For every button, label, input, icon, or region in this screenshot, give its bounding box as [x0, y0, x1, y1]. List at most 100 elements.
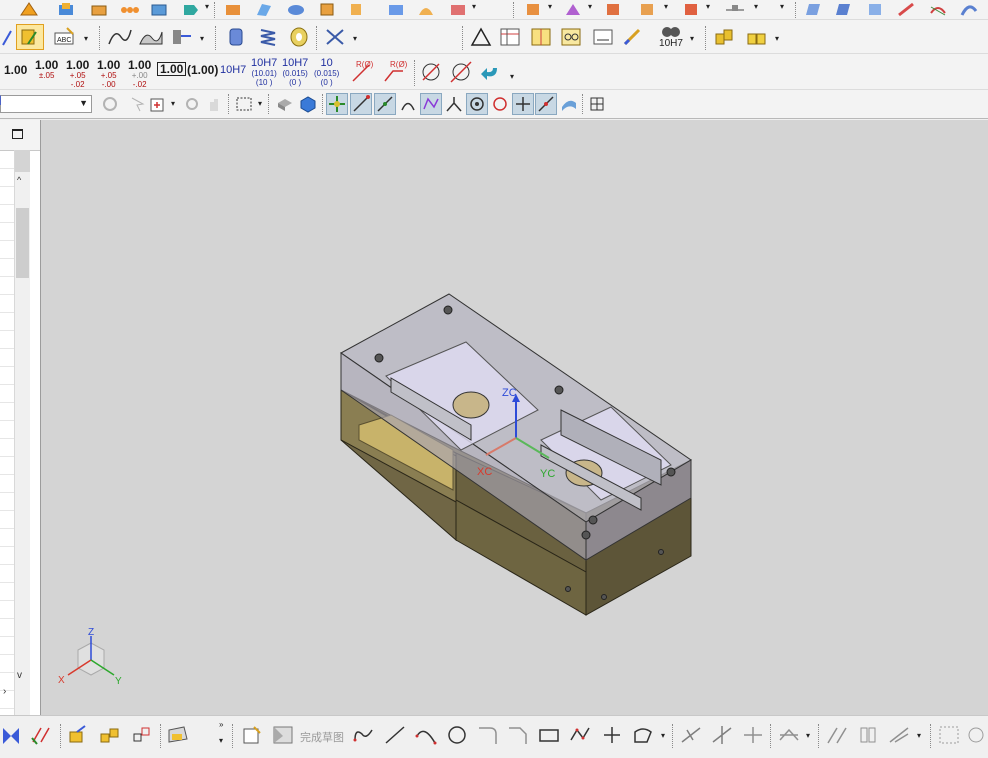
triangle-icon[interactable]: [468, 25, 494, 49]
section-icon[interactable]: [168, 25, 196, 49]
quick-trim-icon[interactable]: [678, 722, 704, 748]
text-icon[interactable]: ABC: [52, 25, 80, 49]
rectangle-select-icon[interactable]: [234, 94, 254, 114]
dropdown-arrow-icon[interactable]: ▾: [472, 2, 476, 11]
snap-midpoint-icon[interactable]: [374, 93, 396, 115]
dropdown-arrow-icon[interactable]: ▾: [171, 99, 175, 108]
polygon-icon[interactable]: [567, 722, 593, 748]
undo-arrow-icon[interactable]: [478, 59, 504, 85]
radius-dimension-alt-button[interactable]: R(Ø): [380, 58, 410, 86]
snap-intersection-icon[interactable]: [443, 93, 465, 115]
mate-icon[interactable]: [129, 722, 155, 748]
tolerance-reference-button[interactable]: (1.00): [187, 64, 218, 76]
navigator-row[interactable]: [0, 348, 14, 367]
grid-table-icon[interactable]: [528, 25, 554, 49]
fit-h7-limit-button[interactable]: 10H7 (10.01) (10 ): [251, 57, 277, 87]
parts-array-icon[interactable]: [118, 0, 140, 18]
wave-surface-icon[interactable]: [137, 25, 165, 49]
gear-icon[interactable]: [182, 94, 202, 114]
component-icon[interactable]: [744, 25, 770, 49]
gear-filter-icon[interactable]: [100, 94, 120, 114]
snap-point-icon[interactable]: [148, 94, 168, 114]
navigator-row[interactable]: [0, 456, 14, 475]
scroll-thumb[interactable]: [16, 208, 29, 278]
rectangle-icon[interactable]: [536, 722, 562, 748]
assembly-icon[interactable]: [712, 25, 738, 49]
radius-dimension-button[interactable]: R(Ø): [348, 58, 376, 86]
navigator-row[interactable]: [0, 168, 14, 187]
navigator-row[interactable]: [0, 636, 14, 655]
dropdown-arrow-icon[interactable]: ▾: [510, 72, 514, 81]
tolerance-basic-button[interactable]: 1.00: [157, 62, 187, 76]
diameter-icon[interactable]: [418, 59, 444, 85]
chamfer-icon[interactable]: [505, 722, 531, 748]
navigator-row[interactable]: [0, 582, 14, 601]
graphics-viewport[interactable]: ZC XC YC Z X Y: [41, 120, 988, 715]
more-icon[interactable]: »: [219, 720, 223, 729]
studio-spline-icon[interactable]: [630, 722, 656, 748]
navigator-row[interactable]: [0, 330, 14, 349]
make-corner-icon[interactable]: [740, 722, 766, 748]
surface-icon[interactable]: [285, 0, 307, 18]
dimension-icon[interactable]: [722, 0, 748, 18]
hole-icon[interactable]: [222, 0, 244, 18]
dropdown-arrow-icon[interactable]: ▾: [754, 2, 758, 11]
circle-icon[interactable]: [444, 722, 470, 748]
navigator-row[interactable]: [0, 294, 14, 313]
snap-center-icon[interactable]: [466, 93, 488, 115]
cylinder-stack-icon[interactable]: [222, 25, 250, 49]
tolerance-none-button[interactable]: 1.00: [4, 64, 27, 76]
shaded-view-icon[interactable]: [275, 94, 295, 114]
model-canvas[interactable]: ZC XC YC Z X Y: [41, 120, 988, 715]
tolerance-bilateral-button[interactable]: 1.00 ±.05: [35, 59, 58, 80]
dropdown-arrow-icon[interactable]: ▾: [664, 2, 668, 11]
sketch-icon[interactable]: [240, 722, 266, 748]
spring-icon[interactable]: [254, 25, 282, 49]
view-triad[interactable]: Z X Y: [58, 627, 122, 687]
extrude-icon[interactable]: [316, 0, 338, 18]
navigator-row[interactable]: [0, 366, 14, 385]
dropdown-arrow-icon[interactable]: ▾: [690, 34, 694, 43]
dropdown-arrow-icon[interactable]: ▾: [548, 2, 552, 11]
diameter-alt-icon[interactable]: [448, 59, 474, 85]
navigator-row[interactable]: [0, 258, 14, 277]
move-component-icon[interactable]: [66, 722, 92, 748]
mold-base-icon[interactable]: [18, 0, 40, 18]
move-face-icon[interactable]: [522, 0, 544, 18]
scroll-thumb-top[interactable]: [15, 150, 30, 172]
balloon-icon[interactable]: [558, 25, 584, 49]
quick-extend-icon[interactable]: [709, 722, 735, 748]
navigator-row[interactable]: [0, 618, 14, 637]
cube-icon[interactable]: [385, 0, 407, 18]
fit-nominal-button[interactable]: 10 (0.015) (0 ): [314, 57, 339, 87]
snap-grid-icon[interactable]: [586, 93, 608, 115]
navigator-row[interactable]: [0, 654, 14, 673]
snap-surface-icon[interactable]: [558, 93, 580, 115]
block-icon[interactable]: [88, 0, 110, 18]
navigator-row[interactable]: [0, 150, 14, 169]
surface-grid-icon[interactable]: [802, 0, 824, 18]
navigator-row[interactable]: [0, 240, 14, 259]
type-filter-select[interactable]: | ▼: [0, 95, 92, 113]
navigator-row[interactable]: [0, 546, 14, 565]
wave-link-icon[interactable]: [165, 722, 191, 748]
snap-endpoint-icon[interactable]: [350, 93, 372, 115]
split-body-icon[interactable]: [680, 0, 702, 18]
delete-face-icon[interactable]: [602, 0, 624, 18]
pocket-icon[interactable]: [447, 0, 469, 18]
trim-surface-icon[interactable]: [864, 0, 886, 18]
mirror-curve-icon[interactable]: [824, 722, 850, 748]
scroll-up-icon[interactable]: ^: [17, 175, 21, 185]
navigator-row[interactable]: [0, 222, 14, 241]
dropdown-arrow-icon[interactable]: ▾: [775, 34, 779, 43]
arc-icon[interactable]: [413, 722, 439, 748]
dropdown-arrow-icon[interactable]: ▾: [219, 736, 223, 745]
sweep-icon[interactable]: [415, 0, 437, 18]
snap-curve-icon[interactable]: [397, 93, 419, 115]
offset-face-icon[interactable]: [562, 0, 584, 18]
navigator-row[interactable]: [0, 510, 14, 529]
snap-all-icon[interactable]: [326, 93, 348, 115]
finish-sketch-label[interactable]: 完成草图: [300, 729, 344, 745]
snap-quadrant-icon[interactable]: [489, 93, 511, 115]
navigator-row[interactable]: [0, 402, 14, 421]
